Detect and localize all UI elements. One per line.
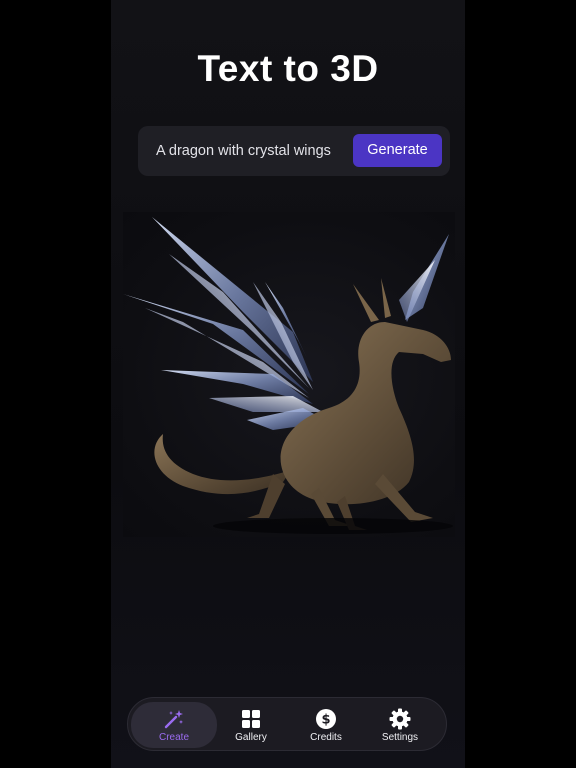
- gear-icon: [357, 708, 443, 730]
- bottom-tab-bar: Create Gallery $ Credits Settings: [127, 697, 447, 751]
- dragon-render-image: [123, 217, 453, 534]
- model-preview[interactable]: [123, 212, 455, 537]
- magic-wand-icon: [131, 708, 217, 730]
- tab-gallery-label: Gallery: [235, 732, 267, 743]
- tab-create[interactable]: Create: [131, 702, 217, 748]
- app-screen: Text to 3D A dragon with crystal wings G…: [111, 0, 465, 768]
- grid-icon: [208, 708, 294, 730]
- tab-settings-label: Settings: [381, 732, 419, 743]
- svg-text:$: $: [321, 713, 330, 728]
- tab-create-label: Create: [158, 732, 189, 743]
- tab-gallery[interactable]: Gallery: [208, 702, 294, 748]
- page-title: Text to 3D: [197, 48, 379, 89]
- generate-button[interactable]: Generate: [353, 134, 442, 167]
- tab-settings[interactable]: Settings: [357, 702, 443, 748]
- prompt-bar: A dragon with crystal wings Generate: [138, 126, 450, 176]
- prompt-input[interactable]: A dragon with crystal wings: [156, 126, 331, 176]
